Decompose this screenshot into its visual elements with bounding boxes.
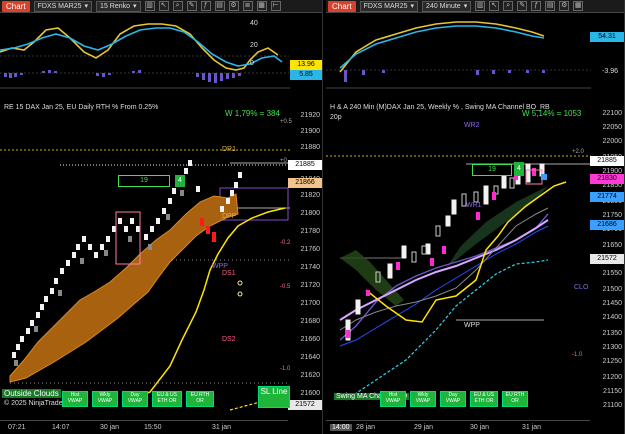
level-wr1: WR1 — [466, 202, 482, 209]
counter-box: 19 — [118, 175, 170, 187]
chart-header-2: 20p — [330, 114, 342, 121]
indicator-tag-1: 54.31 — [590, 32, 624, 42]
right-chart-pane[interactable]: Chart FDXS MAR25 ▾ 240 Minute ▾ ▥ ↖ ⌕ ✎ ƒ … — [326, 0, 625, 434]
left-chart-pane[interactable]: Chart FDXS MAR25 ▾ 15 Renko ▾ ▥ ↖ ⌕ ✎ ƒ ▤ … — [0, 0, 323, 434]
wkly-vwap-button[interactable]: Wkly VWAP — [92, 391, 118, 407]
indicator-tag-2: 5.85 — [290, 70, 322, 80]
price-tag-blue-1: 21774 — [590, 192, 624, 202]
chart-header: H & A 240 Min (M)DAX Jan 25, Weekly % , … — [330, 104, 550, 111]
counter-badge: 4 — [514, 162, 524, 176]
level-clo: CLO — [574, 284, 589, 291]
level-ds2: DS2 — [222, 336, 236, 343]
price-tag-blue-2: 21686 — [590, 220, 624, 230]
top-axis-0: 0 — [250, 60, 254, 67]
level-wpp: WPP — [212, 263, 228, 270]
price-tag-low: 21572 — [590, 254, 624, 264]
pct-label-zero: +0 — [280, 158, 287, 164]
price-tag-magenta: 21830 — [590, 174, 624, 184]
level-dr1: DR1 — [222, 146, 237, 153]
price-tag-low: 21572 — [288, 400, 322, 410]
weekly-stat: W 1,79% = 384 — [225, 109, 280, 118]
left-chart-canvas[interactable] — [0, 0, 323, 434]
level-wr2: WR2 — [464, 122, 480, 129]
outside-clouds-label: Outside Clouds — [2, 389, 61, 398]
eu-us-eth-or-button[interactable]: EU & US ETH OR — [152, 391, 182, 407]
top-axis-20: 20 — [250, 42, 258, 49]
histogram-bars — [4, 70, 241, 83]
counter-badge: 4 — [175, 175, 185, 187]
indicator-tag-1: 13.96 — [290, 60, 322, 70]
chart-header: RE 15 DAX Jan 25, EU Daily RTH % From 0.… — [4, 104, 159, 111]
price-tag-cloud: 21866 — [288, 178, 322, 188]
counter-box: 19 — [472, 164, 512, 176]
level-wpp: WPP — [464, 322, 480, 329]
eu-rth-or-button[interactable]: EU RTH OR — [186, 391, 214, 407]
hist-vwap-button[interactable]: Hist VWAP — [62, 391, 88, 407]
pct-label-up: +2.0 — [572, 149, 584, 155]
weekly-stat: W 5,14% = 1053 — [522, 109, 582, 118]
right-chart-canvas[interactable] — [326, 0, 625, 434]
top-axis-40: 40 — [250, 20, 258, 27]
day-vwap-button[interactable]: Day VWAP — [440, 391, 466, 407]
left-time-axis: 07:21 14:07 30 jan 15:50 31 jan — [0, 420, 288, 434]
pct-label-down: -1.0 — [572, 352, 583, 358]
level-dpp: DPP — [222, 213, 237, 220]
wkly-vwap-button[interactable]: Wkly VWAP — [410, 391, 436, 407]
day-vwap-button[interactable]: Day VWAP — [122, 391, 148, 407]
right-time-axis: 14:00 28 jan 29 jan 30 jan 31 jan — [326, 420, 590, 434]
price-tag-last: 21885 — [590, 156, 624, 166]
candles — [345, 163, 545, 341]
eu-rth-or-button[interactable]: EU RTH OR — [502, 391, 528, 407]
price-tag-last: 21885 — [288, 160, 322, 170]
sl-line-button[interactable]: SL Line — [258, 386, 290, 408]
level-ds1: DS1 — [222, 270, 236, 277]
hist-vwap-button[interactable]: Hist VWAP — [380, 391, 406, 407]
left-price-axis: 21920 21900 21880 21860 21840 21820 2180… — [300, 112, 320, 407]
indicator-tag-2: -3.96 — [602, 68, 618, 75]
eu-us-eth-or-button[interactable]: EU & US ETH OR — [470, 391, 498, 407]
